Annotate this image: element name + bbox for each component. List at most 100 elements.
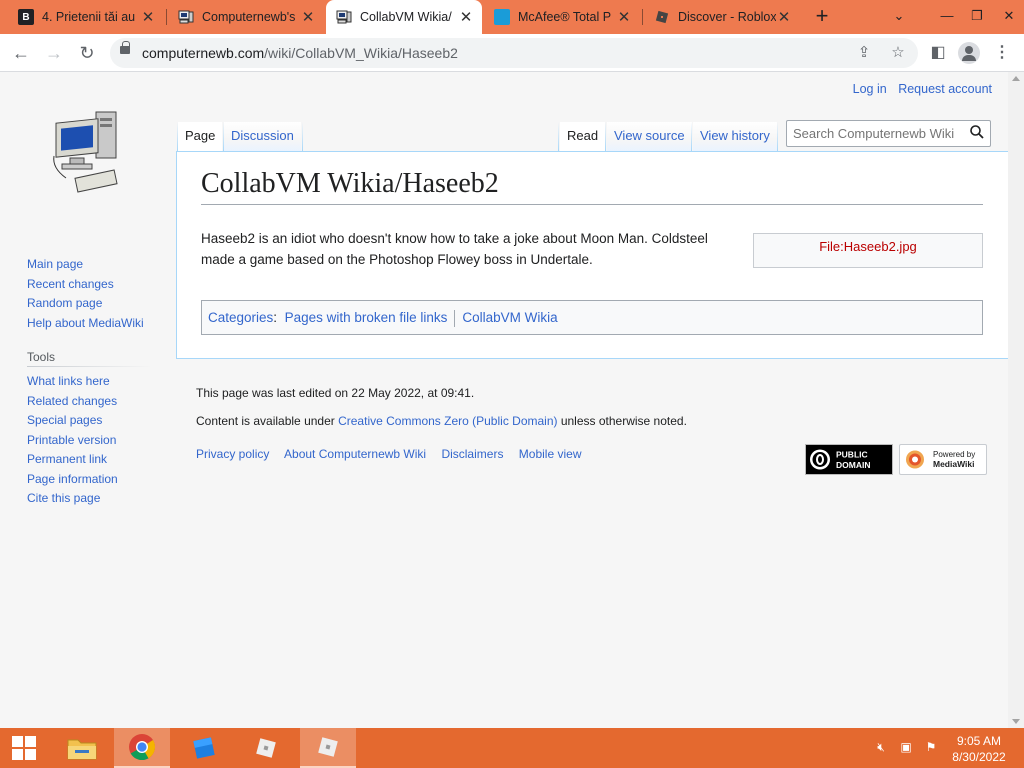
network-icon[interactable]: ▣ xyxy=(897,740,915,756)
tab-search-chevron-icon[interactable]: ⌄ xyxy=(884,0,914,34)
start-button[interactable] xyxy=(0,728,48,768)
volume-muted-icon[interactable]: 🔇︎ xyxy=(872,740,890,756)
back-arrow-icon[interactable]: ← xyxy=(9,41,33,65)
wiki-search-box xyxy=(786,120,991,147)
license-suffix: unless otherwise noted. xyxy=(557,414,687,428)
tools-permanent-link[interactable]: Permanent link xyxy=(27,450,118,470)
roblox-icon xyxy=(318,737,338,757)
tab-title: Discover - Roblox xyxy=(678,10,776,24)
tools-cite-this-page[interactable]: Cite this page xyxy=(27,489,118,509)
chrome-icon xyxy=(129,734,156,761)
badge-mw-line2: MediaWiki xyxy=(933,459,975,469)
notification-flag-icon[interactable]: ⚑ xyxy=(922,740,940,756)
categories-label-link[interactable]: Categories xyxy=(208,310,273,325)
disclaimers-link[interactable]: Disclaimers xyxy=(441,447,503,461)
tab-view-history[interactable]: View history xyxy=(693,122,777,151)
nav-main-page[interactable]: Main page xyxy=(27,255,144,275)
nav-random-page[interactable]: Random page xyxy=(27,294,144,314)
badge-mw-line1: Powered by xyxy=(933,450,975,459)
tab-page[interactable]: Page xyxy=(178,122,223,151)
broken-file-box: File:Haseeb2.jpg xyxy=(753,233,983,268)
nav-recent-changes[interactable]: Recent changes xyxy=(27,275,144,295)
close-tab-icon[interactable]: ✕ xyxy=(616,8,632,26)
computer-icon xyxy=(336,9,352,25)
footer-places: Privacy policy About Computernewb Wiki D… xyxy=(196,446,687,462)
browser-tab-2[interactable]: Computernewb's ✕ xyxy=(168,0,324,34)
side-panel-icon[interactable]: ◧ xyxy=(926,41,950,65)
roblox-player-button[interactable] xyxy=(238,728,294,768)
close-window-button[interactable]: ✕ xyxy=(994,0,1024,34)
bookmark-star-icon[interactable]: ☆ xyxy=(886,41,910,65)
license-prefix: Content is available under xyxy=(196,414,339,428)
url-domain: computernewb.com xyxy=(142,45,265,61)
search-input[interactable] xyxy=(787,121,957,146)
page-scrollbar[interactable] xyxy=(1008,72,1024,728)
close-tab-icon[interactable]: ✕ xyxy=(140,8,156,26)
about-link[interactable]: About Computernewb Wiki xyxy=(284,447,426,461)
browser-tab-3-active[interactable]: CollabVM Wikia/ ✕ xyxy=(326,0,482,34)
roblox-player-button-active[interactable] xyxy=(300,728,356,768)
roblox-studio-button[interactable] xyxy=(176,728,232,768)
tools-printable-version[interactable]: Printable version xyxy=(27,431,118,451)
nav-help[interactable]: Help about MediaWiki xyxy=(27,314,144,334)
wiki-page: Log in Request account Main page Recent … xyxy=(0,72,1008,728)
computer-icon xyxy=(178,9,194,25)
tools-related-changes[interactable]: Related changes xyxy=(27,392,118,412)
tools-page-information[interactable]: Page information xyxy=(27,470,118,490)
license-link[interactable]: Creative Commons Zero (Public Domain) xyxy=(338,414,557,428)
tab-view-source[interactable]: View source xyxy=(607,122,692,151)
tab-read[interactable]: Read xyxy=(560,122,606,151)
browser-tab-5[interactable]: Discover - Roblox ✕ xyxy=(644,0,800,34)
request-account-link[interactable]: Request account xyxy=(898,82,992,96)
reload-icon[interactable]: ↻ xyxy=(75,41,99,65)
scroll-down-arrow-icon[interactable] xyxy=(1012,719,1020,724)
address-bar[interactable]: computernewb.com/wiki/CollabVM_Wikia/Has… xyxy=(110,38,918,68)
tools-special-pages[interactable]: Special pages xyxy=(27,411,118,431)
site-logo[interactable] xyxy=(48,108,128,196)
scroll-up-arrow-icon[interactable] xyxy=(1012,76,1020,81)
public-domain-badge[interactable]: PUBLIC DOMAIN xyxy=(805,444,893,475)
category-link[interactable]: Pages with broken file links xyxy=(285,310,448,325)
badge-pd-line1: PUBLIC xyxy=(836,450,868,460)
chrome-taskbar-button[interactable] xyxy=(114,728,170,768)
navigation-menu: Main page Recent changes Random page Hel… xyxy=(27,255,144,333)
file-explorer-button[interactable] xyxy=(54,728,110,768)
restore-button[interactable]: ❐ xyxy=(962,0,992,34)
bold-b-icon: B xyxy=(18,9,34,25)
powered-by-mediawiki-badge[interactable]: Powered by MediaWiki xyxy=(899,444,987,475)
last-edited-text: This page was last edited on 22 May 2022… xyxy=(196,386,475,400)
tab-title: Computernewb's xyxy=(202,10,296,24)
more-menu-icon[interactable]: ⋮ xyxy=(990,41,1014,65)
tab-discussion[interactable]: Discussion xyxy=(224,122,301,151)
search-icon[interactable] xyxy=(970,125,984,139)
privacy-policy-link[interactable]: Privacy policy xyxy=(196,447,269,461)
forward-arrow-icon[interactable]: → xyxy=(42,41,66,65)
minimize-button[interactable]: — xyxy=(932,0,962,34)
profile-avatar-icon[interactable] xyxy=(958,42,980,64)
close-tab-icon[interactable]: ✕ xyxy=(300,8,316,26)
browser-tab-strip: B 4. Prietenii tăi au ✕ Computernewb's ✕… xyxy=(0,0,1024,34)
close-tab-icon[interactable]: ✕ xyxy=(776,8,792,26)
folder-icon xyxy=(67,739,97,760)
mobile-view-link[interactable]: Mobile view xyxy=(519,447,582,461)
file-redlink[interactable]: File:Haseeb2.jpg xyxy=(819,239,917,254)
badge-pd-line2: DOMAIN xyxy=(836,460,870,470)
content-area: CollabVM Wikia/Haseeb2 Haseeb2 is an idi… xyxy=(176,151,1008,359)
tab-title: McAfee® Total P xyxy=(518,10,612,24)
roblox-studio-icon xyxy=(193,737,215,759)
share-icon[interactable]: ⇪ xyxy=(852,41,876,65)
browser-tab-1[interactable]: B 4. Prietenii tăi au ✕ xyxy=(8,0,164,34)
clock-time: 9:05 AM xyxy=(956,734,1002,748)
tab-title: 4. Prietenii tăi au xyxy=(42,10,136,24)
tools-heading: Tools xyxy=(27,350,56,364)
tools-what-links-here[interactable]: What links here xyxy=(27,372,118,392)
taskbar-clock[interactable]: 9:05 AM 8/30/2022 xyxy=(946,733,1012,765)
category-link[interactable]: CollabVM Wikia xyxy=(462,310,557,325)
windows-logo-icon xyxy=(12,736,36,760)
category-links: Categories: Pages with broken file links… xyxy=(201,300,983,335)
browser-tab-4[interactable]: McAfee® Total P ✕ xyxy=(484,0,640,34)
url-text[interactable]: computernewb.com/wiki/CollabVM_Wikia/Has… xyxy=(142,38,458,68)
log-in-link[interactable]: Log in xyxy=(853,82,887,96)
new-tab-button[interactable]: + xyxy=(810,4,834,28)
close-tab-icon[interactable]: ✕ xyxy=(458,8,474,26)
